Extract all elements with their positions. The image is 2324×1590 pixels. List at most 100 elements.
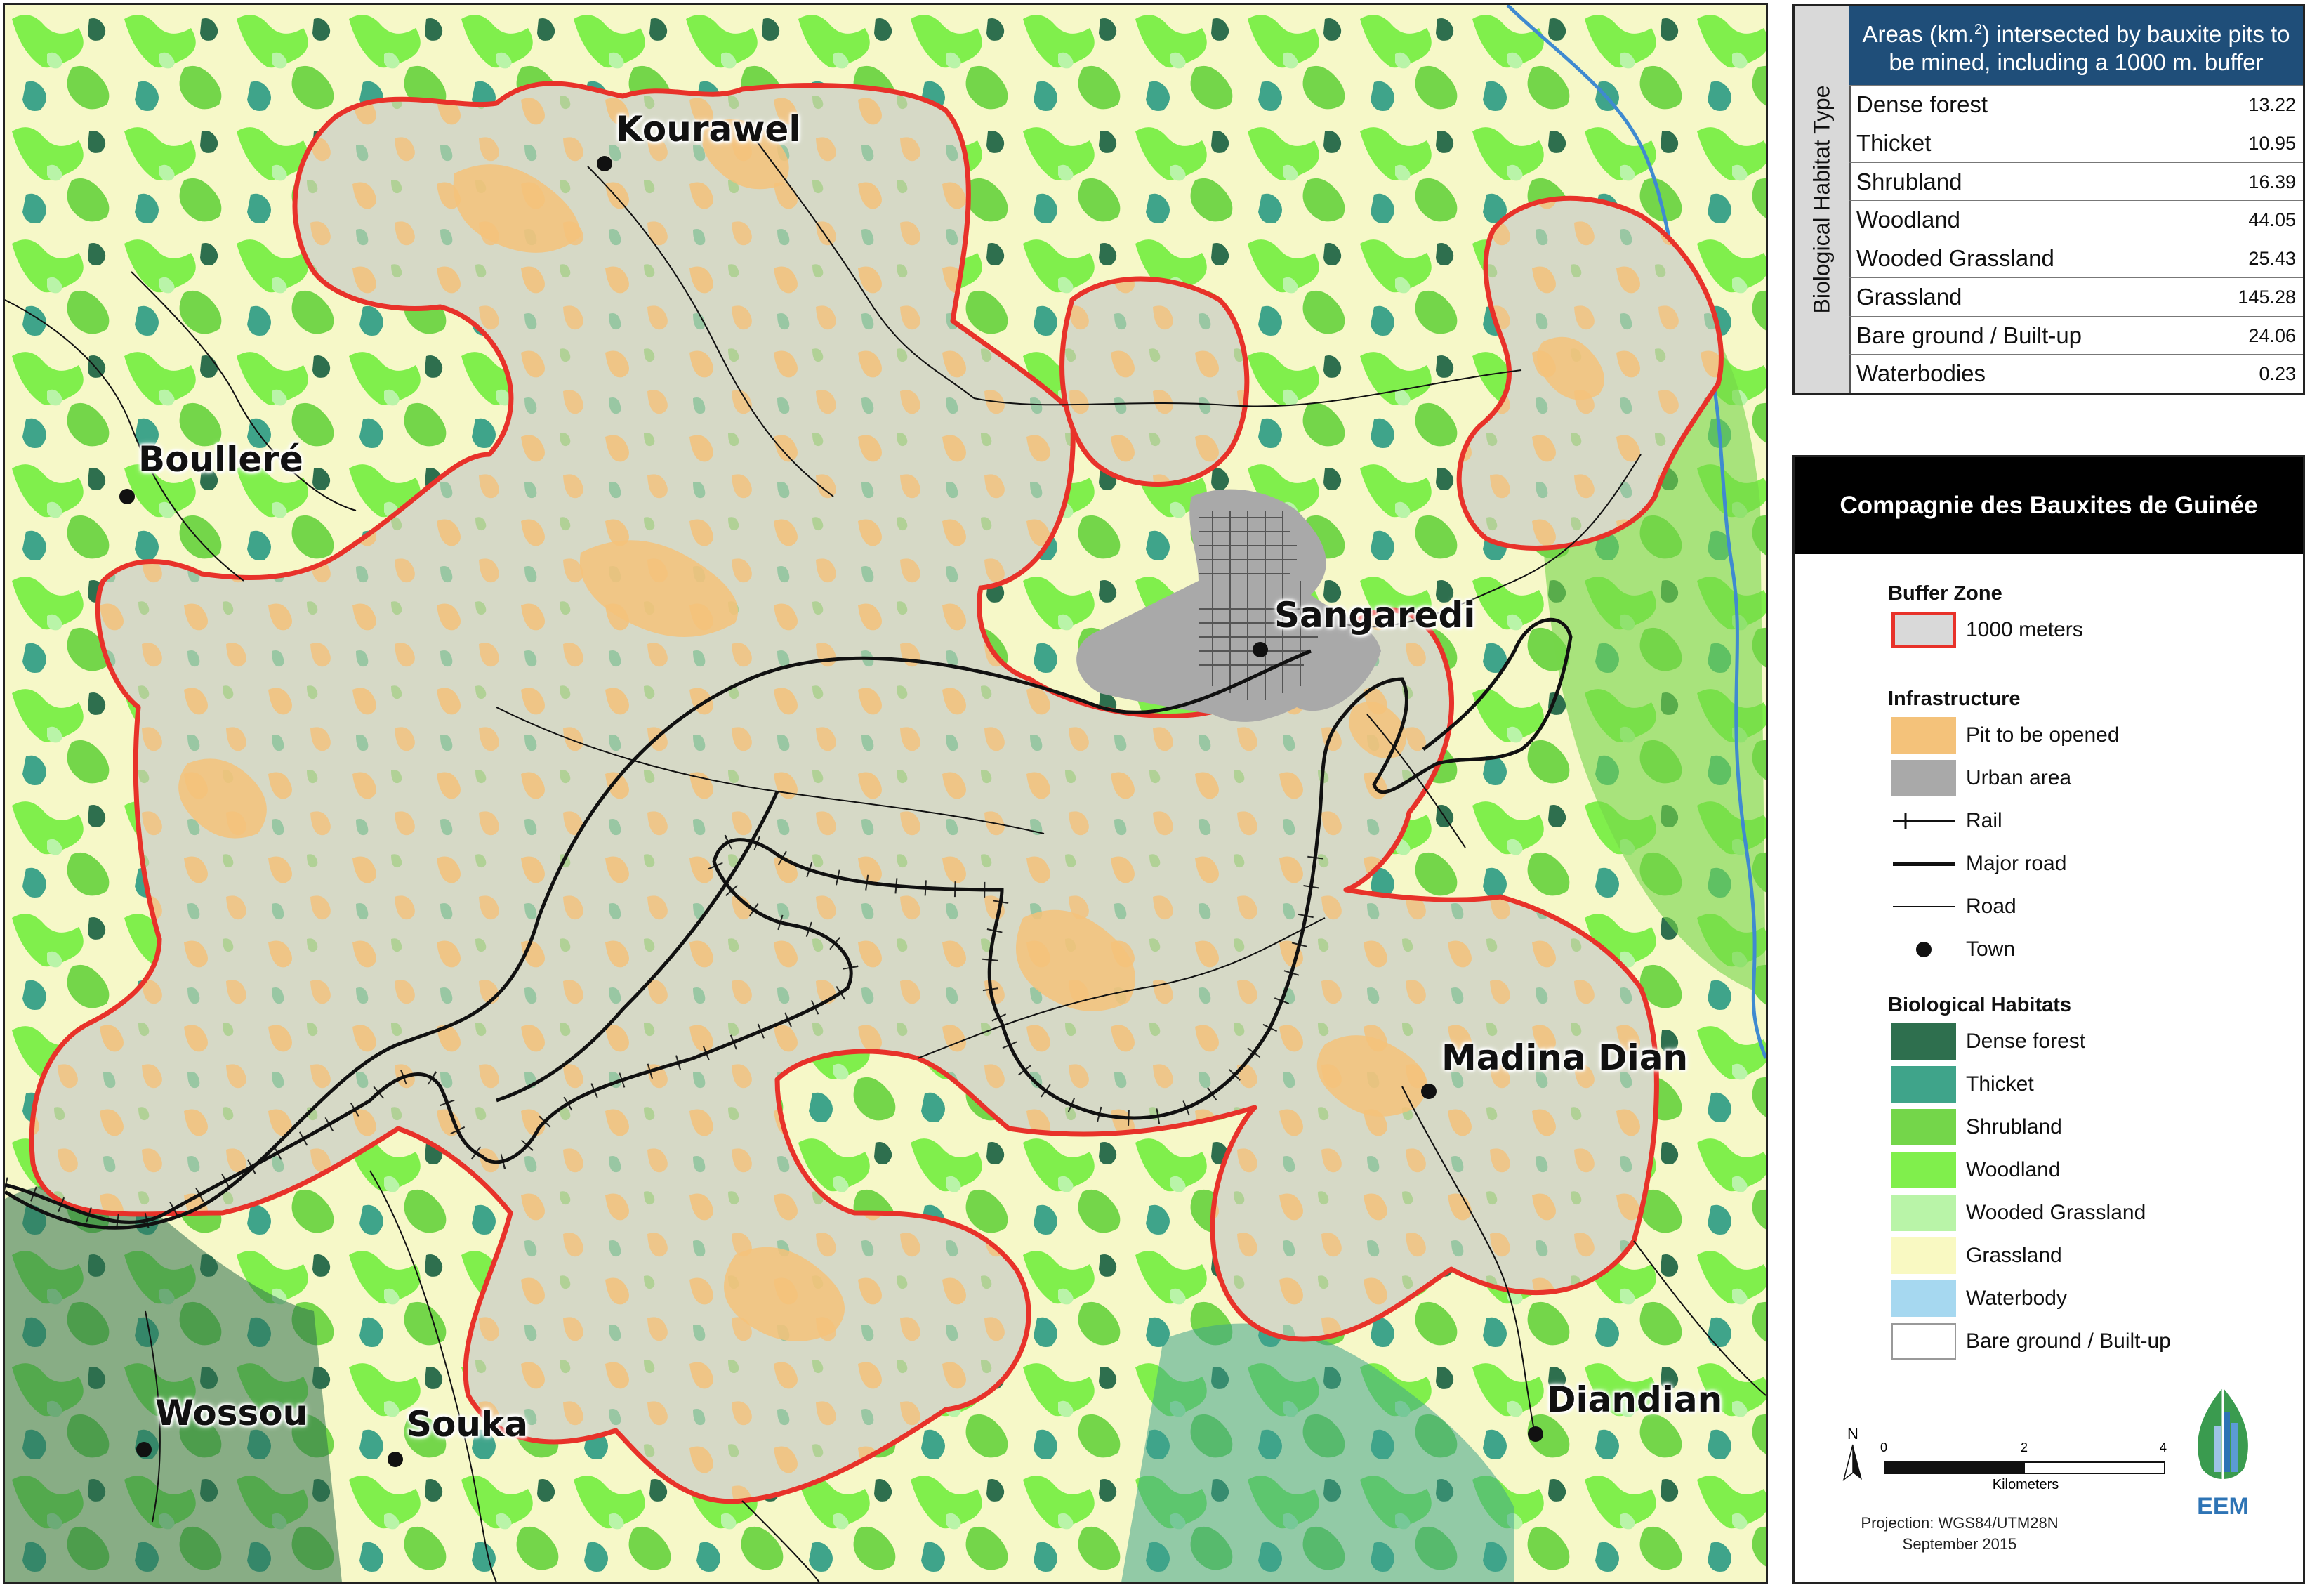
legend-label: Bare ground / Built-up [1966, 1329, 2171, 1353]
town-label-madina-dian: Madina Dian [1441, 1037, 1689, 1078]
legend-label: Town [1966, 938, 2016, 961]
row-habitat: Dense forest [1849, 86, 2106, 124]
map-canvas [5, 5, 1766, 1582]
habitat-area-table: Biological Habitat Type Areas (km.2) int… [1792, 4, 2305, 395]
town-label-diandian: Diandian [1547, 1379, 1723, 1420]
legend-label: Dense forest [1966, 1030, 2086, 1053]
bare-ground-swatch [1891, 1323, 1956, 1360]
legend-label: Rail [1966, 809, 2002, 832]
north-arrow-icon [1842, 1444, 1862, 1481]
legend-label: Pit to be opened [1966, 723, 2120, 747]
legend-item-town: Town [1891, 931, 2015, 968]
projection-note: Projection: WGS84/UTM28N September 2015 [1795, 1513, 2125, 1555]
legend-title: Compagnie des Bauxites de Guinée [1795, 457, 2303, 554]
rail-icon [1891, 803, 1956, 839]
north-label: N [1847, 1425, 1858, 1443]
table-side-label: Biological Habitat Type [1809, 85, 1835, 314]
legend-heading-habitats: Biological Habitats [1888, 994, 2072, 1016]
legend-item-dense-forest: Dense forest [1891, 1023, 2085, 1060]
eem-logo: EEM [2188, 1384, 2258, 1520]
table-row: Dense forest 13.22 [1849, 85, 2303, 124]
town-label-souka: Souka [407, 1404, 528, 1445]
town-label-kourawel: Kourawel [616, 109, 801, 150]
table-row: Shrubland 16.39 [1849, 162, 2303, 201]
table-row: Grassland 145.28 [1849, 277, 2303, 316]
town-dot-boullere[interactable] [119, 489, 135, 504]
legend-label: Grassland [1966, 1244, 2062, 1267]
town-label-boullere: Boulleré [138, 439, 303, 480]
shrubland-swatch [1891, 1109, 1956, 1145]
map-frame[interactable]: Kourawel Boulleré Sangaredi Madina Dian … [3, 3, 1768, 1584]
legend-item-pit: Pit to be opened [1891, 717, 2120, 754]
legend-item-grassland: Grassland [1891, 1237, 2062, 1274]
legend-item-bare-ground: Bare ground / Built-up [1891, 1323, 2171, 1360]
row-area: 25.43 [2248, 248, 2296, 269]
row-habitat: Thicket [1849, 124, 2106, 162]
scale-bar: 0 2 4 Kilometers [1880, 1440, 2167, 1493]
legend-label: Major road [1966, 852, 2067, 875]
thicket-swatch [1891, 1066, 1956, 1103]
wooded-grassland-swatch [1891, 1195, 1956, 1231]
leaf-logo-icon [2198, 1388, 2248, 1483]
table-row: Wooded Grassland 25.43 [1849, 239, 2303, 277]
projection-text: Projection: WGS84/UTM28N [1861, 1514, 2059, 1532]
row-area: 145.28 [2238, 286, 2296, 308]
pit-swatch [1891, 717, 1956, 754]
row-habitat: Bare ground / Built-up [1849, 316, 2106, 355]
buffer-swatch [1891, 612, 1956, 648]
town-dot-madina-dian[interactable] [1421, 1084, 1437, 1099]
town-dot-diandian[interactable] [1528, 1426, 1543, 1442]
town-dot-sangaredi[interactable] [1253, 642, 1268, 657]
row-area: 44.05 [2248, 209, 2296, 231]
town-dot-icon [1891, 931, 1956, 968]
legend-item-major-road: Major road [1891, 846, 2066, 882]
legend-item-thicket: Thicket [1891, 1066, 2034, 1103]
legend-item-wooded-grassland: Wooded Grassland [1891, 1195, 2146, 1231]
date-text: September 2015 [1902, 1535, 2017, 1553]
legend-item-buffer: 1000 meters [1891, 612, 2083, 648]
scale-unit: Kilometers [1992, 1477, 2059, 1492]
legend-item-road: Road [1891, 888, 2016, 925]
row-area: 16.39 [2248, 171, 2296, 192]
legend-item-urban: Urban area [1891, 760, 2071, 796]
row-area: 24.06 [2248, 324, 2296, 346]
town-label-sangaredi: Sangaredi [1274, 595, 1476, 636]
legend-heading-infrastructure: Infrastructure [1888, 688, 2021, 710]
row-habitat: Grassland [1849, 277, 2106, 316]
table-header-part1: Areas (km. [1862, 20, 1974, 47]
major-road-icon [1891, 846, 1956, 882]
grassland-swatch [1891, 1237, 1956, 1274]
town-label-wossou: Wossou [155, 1393, 308, 1433]
table-header-sup: 2 [1974, 21, 1983, 37]
table-body: Dense forest 13.22 Thicket 10.95 Shrubland… [1849, 85, 2303, 393]
table-row: Woodland 44.05 [1849, 200, 2303, 239]
scale-tick-0: 0 [1880, 1440, 1888, 1454]
dense-forest-swatch [1891, 1023, 1956, 1060]
table-header: Areas (km.2) intersected by bauxite pits… [1849, 6, 2303, 85]
table-row: Bare ground / Built-up 24.06 [1849, 315, 2303, 355]
town-dot-wossou[interactable] [136, 1442, 152, 1457]
north-arrow: N [1842, 1425, 1863, 1485]
logo-text: EEM [2197, 1493, 2249, 1520]
road-icon [1891, 888, 1956, 925]
town-dot-souka[interactable] [388, 1452, 403, 1467]
row-habitat: Wooded Grassland [1849, 239, 2106, 277]
row-habitat: Waterbodies [1849, 355, 2106, 393]
legend-label: Thicket [1966, 1072, 2034, 1096]
woodland-swatch [1891, 1152, 1956, 1188]
legend-label: Woodland [1966, 1158, 2061, 1181]
table-row: Thicket 10.95 [1849, 123, 2303, 162]
legend-label: 1000 meters [1966, 618, 2083, 641]
urban-swatch [1891, 760, 1956, 796]
town-dot-kourawel[interactable] [597, 156, 612, 171]
legend-item-shrubland: Shrubland [1891, 1109, 2062, 1145]
legend-label: Wooded Grassland [1966, 1201, 2146, 1224]
legend-label: Road [1966, 895, 2016, 918]
scale-tick-4: 4 [2160, 1440, 2167, 1454]
legend-heading-buffer: Buffer Zone [1888, 582, 2002, 605]
row-habitat: Woodland [1849, 201, 2106, 239]
row-area: 0.23 [2259, 363, 2296, 385]
row-area: 13.22 [2248, 94, 2296, 115]
legend-label: Waterbody [1966, 1287, 2067, 1310]
north-buffer-zone[interactable] [1059, 276, 1250, 487]
